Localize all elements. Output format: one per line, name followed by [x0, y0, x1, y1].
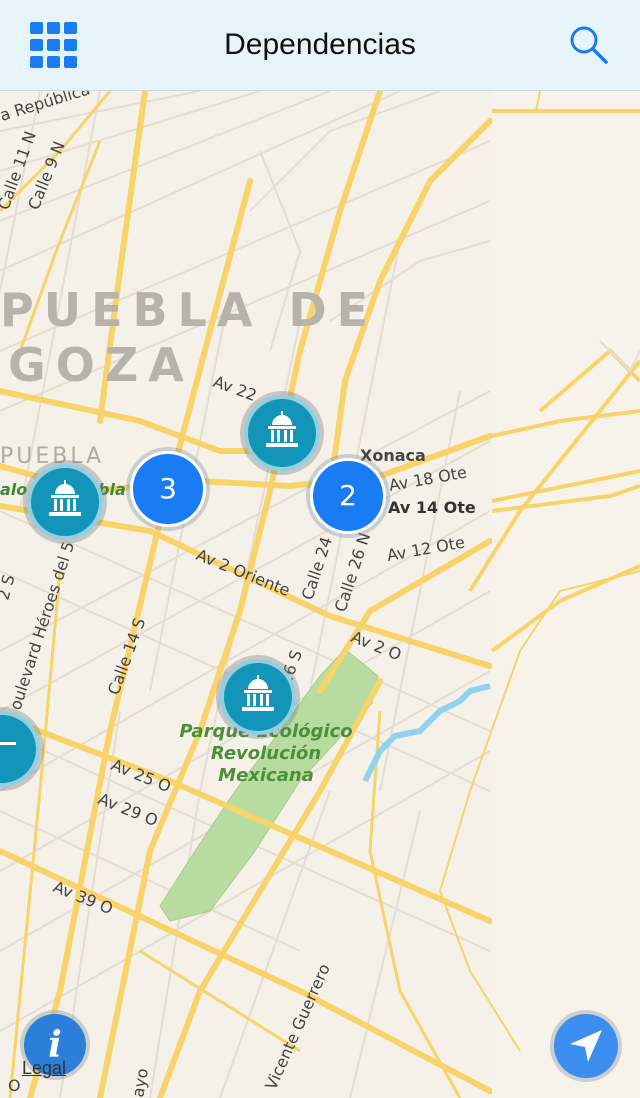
location-arrow-icon[interactable]	[554, 1014, 618, 1078]
map-labels: a República Calle 11 N Calle 9 N Av 22 X…	[0, 91, 476, 1098]
street-label: Av 18 Ote	[387, 463, 468, 495]
map-cluster[interactable]: 3	[130, 451, 206, 527]
area-label: GOZA	[8, 338, 194, 392]
map-view[interactable]: a República Calle 11 N Calle 9 N Av 22 X…	[0, 91, 640, 1098]
street-label: a República	[0, 91, 92, 125]
government-building-icon[interactable]	[220, 659, 296, 735]
street-label: ayo	[128, 1067, 152, 1098]
street-label: 2 S	[0, 573, 18, 602]
street-label: Av 14 Ote	[388, 498, 476, 517]
street-label: Av 2 Oriente	[194, 545, 293, 600]
street-label: Calle 26 N	[331, 530, 374, 614]
street-label: O	[8, 1076, 21, 1095]
government-building-icon[interactable]	[244, 395, 320, 471]
legal-link[interactable]: Legal	[22, 1058, 66, 1079]
street-label: Av 25 O	[109, 755, 174, 796]
navigation-bar: Dependencias	[0, 0, 640, 91]
park-label: Mexicana	[218, 765, 314, 786]
street-label: Xonaca	[360, 446, 426, 465]
government-building-icon[interactable]	[27, 464, 103, 540]
poi-label: alo	[0, 480, 27, 499]
street-label: oulevard Héroes del 5 de	[6, 515, 86, 712]
street-label: Vicente Guerrero	[261, 961, 334, 1093]
map-cluster[interactable]: 2	[310, 458, 386, 534]
street-label: Av 22	[211, 372, 260, 405]
street-label: Av 2 O	[349, 627, 405, 664]
area-label: PUEBLA DE	[0, 283, 378, 337]
street-label: Av 39 O	[51, 877, 116, 918]
search-icon[interactable]	[568, 24, 610, 66]
page-title: Dependencias	[224, 28, 416, 61]
street-label: Calle 24	[298, 534, 336, 602]
street-label: Av 29 O	[96, 789, 161, 830]
street-label: Calle 14 S	[104, 615, 149, 697]
street-label: Av 12 Ote	[385, 533, 466, 565]
park-label: Revolución	[211, 743, 321, 764]
